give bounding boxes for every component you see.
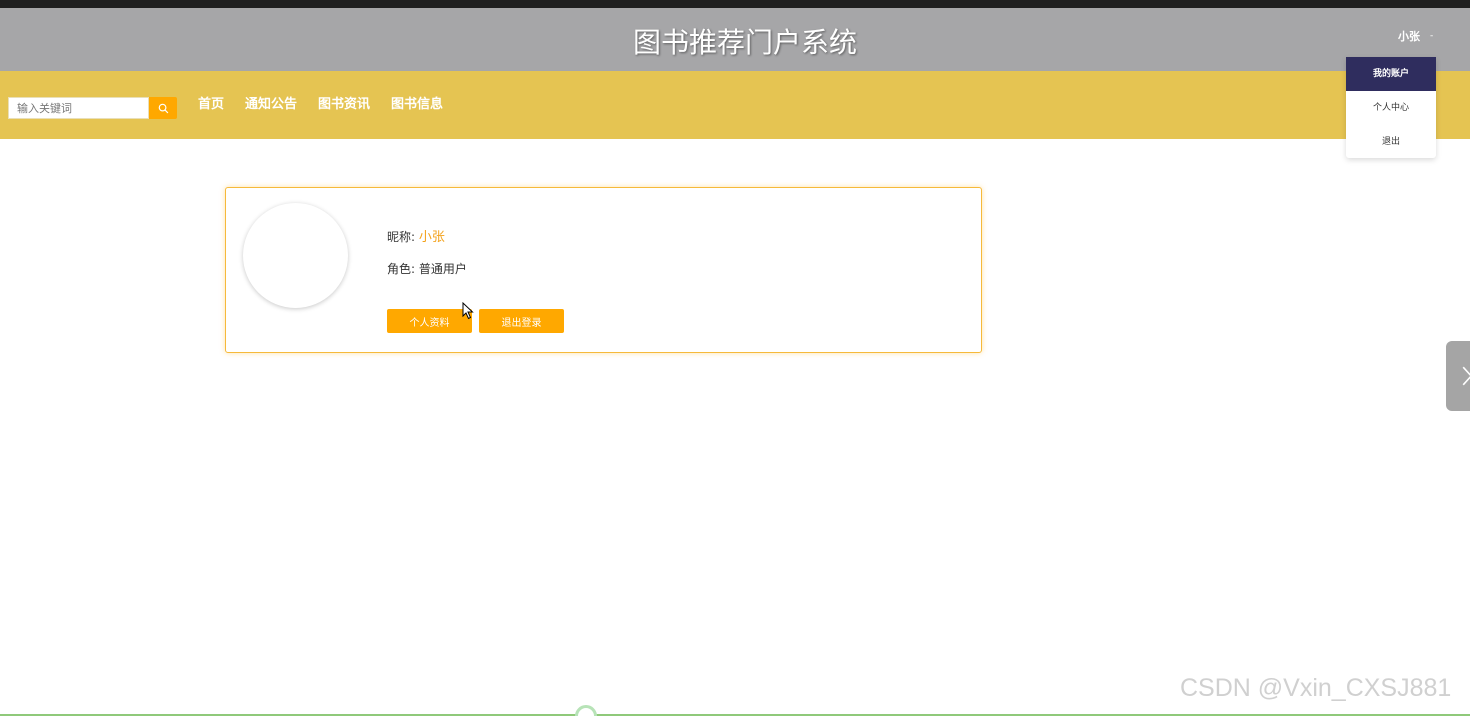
nickname-value: 小张: [418, 230, 445, 245]
nav-item-home[interactable]: 首页: [198, 95, 224, 115]
header: 图书推荐门户系统 小张 -: [0, 8, 1470, 71]
mouse-cursor-icon: [462, 302, 474, 320]
role-label: 角色:: [387, 262, 416, 276]
role-value: 普通用户: [418, 262, 467, 276]
profile-button[interactable]: 个人资料: [387, 309, 472, 333]
navbar: 首页 通知公告 图书资讯 图书信息: [0, 71, 1470, 139]
search-icon: [158, 103, 168, 113]
nav-item-book-info[interactable]: 图书信息: [391, 95, 443, 115]
role-row: 角色: 普通用户: [387, 260, 467, 277]
window-top-strip: [0, 0, 1470, 8]
dropdown-item-personal-center[interactable]: 个人中心: [1346, 91, 1436, 125]
watermark: CSDN @Vxin_CXSJ881: [1180, 674, 1452, 702]
bottom-handle: [575, 705, 597, 716]
nickname-row: 昵称: 小张: [387, 226, 445, 245]
caret-down-icon: -: [1430, 31, 1434, 41]
chevron-right-icon: [1462, 366, 1470, 386]
search-input[interactable]: [8, 97, 149, 119]
user-dropdown-menu: 我的账户 个人中心 退出: [1346, 57, 1436, 158]
avatar: [243, 203, 348, 308]
nav-menu: 首页 通知公告 图书资讯 图书信息: [198, 95, 443, 115]
nav-item-book-news[interactable]: 图书资讯: [318, 95, 370, 115]
nickname-label: 昵称:: [387, 230, 416, 244]
user-menu-toggle[interactable]: 小张 -: [1398, 27, 1433, 45]
dropdown-item-logout[interactable]: 退出: [1346, 125, 1436, 159]
profile-card: 昵称: 小张 角色: 普通用户 个人资料 退出登录: [225, 187, 982, 353]
site-title: 图书推荐门户系统: [632, 26, 857, 59]
logout-button[interactable]: 退出登录: [479, 309, 564, 333]
search-button[interactable]: [149, 97, 177, 119]
user-name: 小张: [1398, 30, 1420, 43]
side-expand-tab[interactable]: [1446, 341, 1470, 411]
nav-item-notices[interactable]: 通知公告: [245, 95, 297, 115]
dropdown-item-my-account[interactable]: 我的账户: [1346, 57, 1436, 91]
